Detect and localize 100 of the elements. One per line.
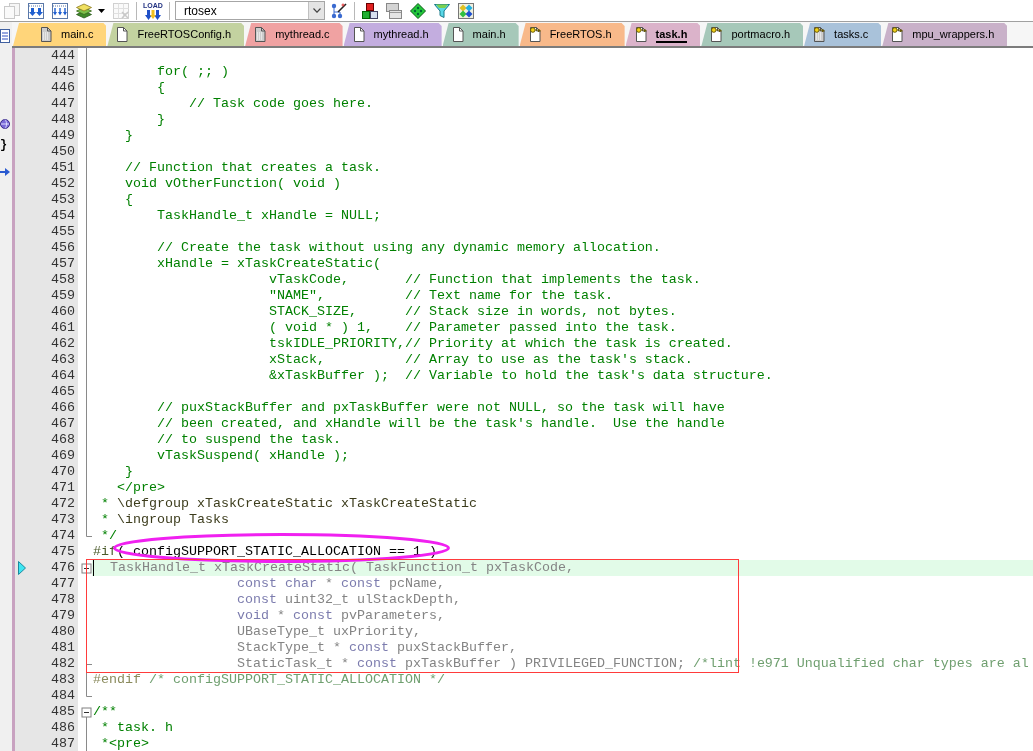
code-line: ( void * ) 1, // Parameter passed into the task.	[267, 320, 677, 336]
file-tab[interactable]: mythread.c	[245, 23, 343, 46]
code-line: {	[124, 192, 133, 208]
code-line: // Function that creates a task.	[124, 160, 381, 176]
line-number: 465	[51, 384, 75, 400]
code-line: xHandle = xTaskCreateStatic(	[156, 256, 381, 272]
line-number: 453	[51, 192, 75, 208]
code-line: * \ingroup Tasks	[100, 512, 229, 528]
line-number: 455	[51, 224, 75, 240]
line-number: 485	[51, 704, 75, 720]
brace-button[interactable]: }	[0, 138, 8, 152]
code-line: // been created, and xHandle will be the task's handle. Use the handle	[156, 416, 725, 432]
file-tab[interactable]: FreeRTOSConfig.h	[107, 23, 245, 46]
line-number: 459	[51, 288, 75, 304]
file-tab[interactable]: tasks.c	[804, 23, 882, 46]
gems-icon	[458, 2, 474, 19]
layers-icon	[76, 2, 92, 19]
line-number: 481	[51, 640, 75, 656]
code-line: STACK_SIZE, // Stack size in words, not bytes.	[267, 304, 677, 320]
line-number: 470	[51, 464, 75, 480]
line-number: 476	[51, 560, 75, 576]
code-line: void * const pvParameters,	[235, 608, 445, 624]
line-number: 467	[51, 416, 75, 432]
code-line: for( ;; )	[156, 64, 229, 80]
code-line: * \defgroup xTaskCreateStatic xTaskCreateStatic	[100, 496, 477, 512]
line-number: 486	[51, 720, 75, 736]
line-number: 487	[51, 736, 75, 751]
line-number: 454	[51, 208, 75, 224]
file-tab[interactable]: task.h	[625, 23, 701, 46]
line-number: 445	[51, 64, 75, 80]
code-line: UBaseType_t uxPriority,	[235, 624, 421, 640]
line-number: 452	[51, 176, 75, 192]
caret-icon	[98, 8, 105, 13]
line-number: 477	[51, 576, 75, 592]
line-number: 482	[51, 656, 75, 672]
line-number: 460	[51, 304, 75, 320]
line-number: 446	[51, 80, 75, 96]
code-line: */	[100, 528, 117, 544]
code-line: }	[124, 128, 133, 144]
code-line: #endif /* configSUPPORT_STATIC_ALLOCATION */	[93, 672, 445, 688]
line-number: 450	[51, 144, 75, 160]
file-tab[interactable]: main.h	[442, 23, 519, 46]
file-tab[interactable]: portmacro.h	[701, 23, 804, 46]
magic-wand-icon	[331, 2, 347, 19]
minus-box-icon[interactable]	[81, 563, 92, 574]
chevron-icon	[312, 8, 321, 13]
down-arrows-icon	[145, 9, 161, 20]
code-line: TaskHandle_t xTaskCreateStatic( TaskFunction_t pxTaskCode,	[109, 560, 574, 576]
code-line: TaskHandle_t xHandle = NULL;	[156, 208, 381, 224]
line-number: 484	[51, 688, 75, 704]
code-line: vTaskCode, // Function that implements the task.	[267, 272, 701, 288]
line-number: 447	[51, 96, 75, 112]
line-number: 458	[51, 272, 75, 288]
grid-icon	[113, 2, 129, 19]
colored-blocks-button[interactable]	[360, 0, 380, 21]
code-line: tskIDLE_PRIORITY,// Priority at which the task is created.	[267, 336, 733, 352]
line-number: 468	[51, 432, 75, 448]
line-number: 448	[51, 112, 75, 128]
line-number: 444	[51, 48, 75, 64]
globe-icon[interactable]	[0, 118, 10, 130]
fold-guide-line	[86, 716, 87, 751]
file-tab[interactable]: mpu_wrappers.h	[882, 23, 1008, 46]
stacked-windows-icon	[386, 2, 402, 19]
arrow-icon[interactable]	[0, 168, 10, 176]
file-tab[interactable]: main.c	[13, 23, 107, 46]
file-tab[interactable]: FreeRTOS.h	[519, 23, 625, 46]
code-line: {	[156, 80, 165, 96]
code-line: vTaskSuspend( xHandle );	[156, 448, 349, 464]
line-number: 462	[51, 336, 75, 352]
line-number: 474	[51, 528, 75, 544]
stacked-pages-icon	[4, 2, 20, 19]
code-line: xStack, // Array to use as the task's stack.	[267, 352, 693, 368]
magic-wand-button[interactable]	[329, 0, 349, 21]
diamond-button[interactable]	[408, 0, 428, 21]
line-number: 464	[51, 368, 75, 384]
window-icon[interactable]	[0, 29, 10, 43]
minus-box-icon[interactable]	[81, 707, 92, 718]
line-number: 472	[51, 496, 75, 512]
line-number: 480	[51, 624, 75, 640]
code-line: // Create the task without using any dynamic memory allocation.	[156, 240, 661, 256]
line-number: 473	[51, 512, 75, 528]
colored-blocks-icon	[362, 2, 378, 19]
code-line: StackType_t * const puxStackBuffer,	[235, 640, 517, 656]
file-tab[interactable]: mythread.h	[343, 23, 442, 46]
line-number: 479	[51, 608, 75, 624]
code-line: /**	[93, 704, 117, 720]
code-line: const uint32_t ulStackDepth,	[235, 592, 461, 608]
line-number: 478	[51, 592, 75, 608]
page-triple-arrows-button[interactable]	[50, 0, 70, 21]
code-line: *<pre>	[100, 736, 149, 751]
line-number: 469	[51, 448, 75, 464]
gems-button[interactable]	[456, 0, 476, 21]
target-select[interactable]: rtosex	[175, 1, 325, 20]
line-number: 457	[51, 256, 75, 272]
line-number: 483	[51, 672, 75, 688]
code-line: }	[156, 112, 165, 128]
line-number: 466	[51, 400, 75, 416]
line-number: 463	[51, 352, 75, 368]
code-line: &xTaskBuffer ); // Variable to hold the task's data structure.	[267, 368, 773, 384]
page-down-arrows-button[interactable]	[26, 0, 46, 21]
